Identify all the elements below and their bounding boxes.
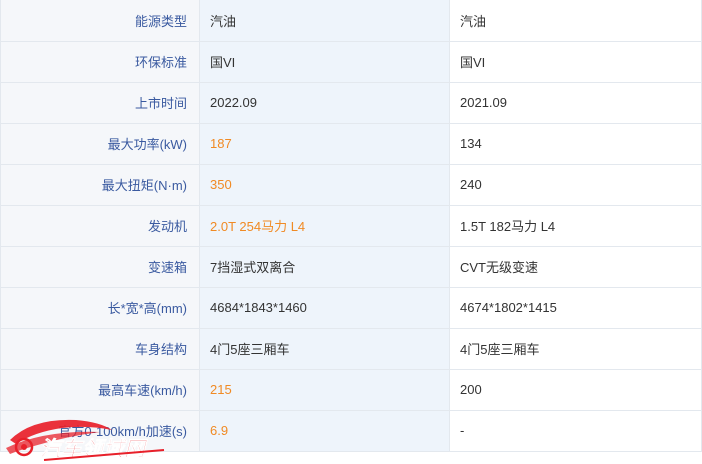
car-a-value: 350 [199,163,450,206]
spec-comparison-table: 能源类型 汽油 汽油 环保标准 国VI 国VI 上市时间 2022.09 202… [0,0,702,452]
table-row: 发动机 2.0T 254马力 L4 1.5T 182马力 L4 [0,204,702,247]
row-label: 官方0-100km/h加速(s) [0,409,200,452]
car-a-value: 2.0T 254马力 L4 [199,204,450,247]
car-a-value: 187 [199,122,450,165]
table-row: 车身结构 4门5座三厢车 4门5座三厢车 [0,327,702,370]
car-a-value: 国VI [199,40,450,83]
row-label: 上市时间 [0,81,200,124]
row-label: 最大功率(kW) [0,122,200,165]
row-label: 能源类型 [0,0,200,42]
spec-table-body: 能源类型 汽油 汽油 环保标准 国VI 国VI 上市时间 2022.09 202… [0,0,702,452]
car-b-value: 240 [449,163,702,206]
table-row: 环保标准 国VI 国VI [0,40,702,83]
table-row: 官方0-100km/h加速(s) 6.9 - [0,409,702,452]
car-b-value: CVT无级变速 [449,245,702,288]
car-a-value: 汽油 [199,0,450,42]
car-b-value: 2021.09 [449,81,702,124]
car-a-value: 215 [199,368,450,411]
table-row: 长*宽*高(mm) 4684*1843*1460 4674*1802*1415 [0,286,702,329]
table-row: 最大功率(kW) 187 134 [0,122,702,165]
row-label: 环保标准 [0,40,200,83]
car-a-value: 4684*1843*1460 [199,286,450,329]
car-b-value: 4门5座三厢车 [449,327,702,370]
table-row: 能源类型 汽油 汽油 [0,0,702,42]
car-a-value: 2022.09 [199,81,450,124]
row-label: 车身结构 [0,327,200,370]
row-label: 变速箱 [0,245,200,288]
car-b-value: 汽油 [449,0,702,42]
watermark-underline [43,449,165,461]
row-label: 长*宽*高(mm) [0,286,200,329]
car-a-value: 7挡湿式双离合 [199,245,450,288]
row-label: 最高车速(km/h) [0,368,200,411]
car-a-value: 4门5座三厢车 [199,327,450,370]
table-row: 最高车速(km/h) 215 200 [0,368,702,411]
car-b-value: 1.5T 182马力 L4 [449,204,702,247]
car-b-value: 200 [449,368,702,411]
car-b-value: 国VI [449,40,702,83]
table-row: 变速箱 7挡湿式双离合 CVT无级变速 [0,245,702,288]
table-row: 上市时间 2022.09 2021.09 [0,81,702,124]
car-a-value: 6.9 [199,409,450,452]
car-b-value: 134 [449,122,702,165]
car-b-value: 4674*1802*1415 [449,286,702,329]
table-row: 最大扭矩(N·m) 350 240 [0,163,702,206]
car-b-value: - [449,409,702,452]
row-label: 发动机 [0,204,200,247]
row-label: 最大扭矩(N·m) [0,163,200,206]
